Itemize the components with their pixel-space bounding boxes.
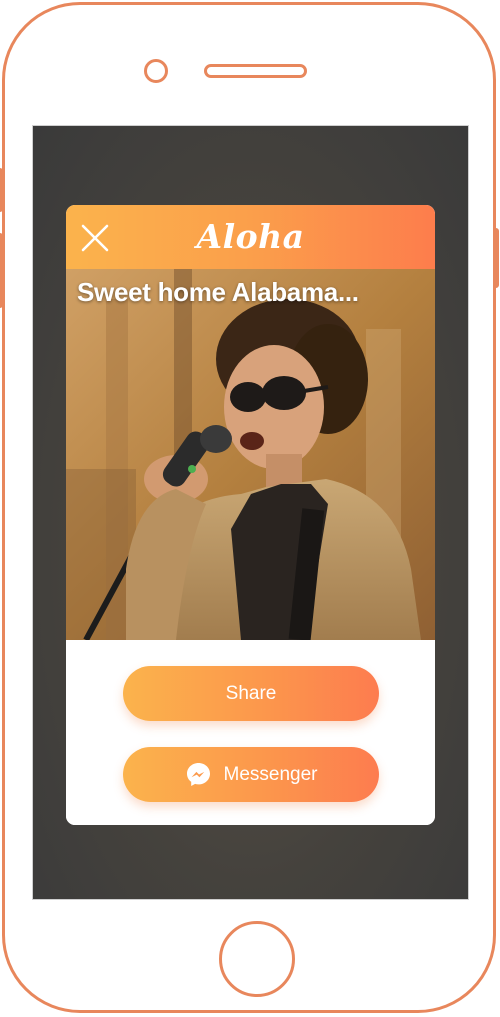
home-button[interactable] bbox=[219, 921, 295, 997]
messenger-button[interactable]: Messenger bbox=[123, 747, 379, 802]
share-button-label: Share bbox=[225, 682, 277, 704]
messenger-icon bbox=[185, 761, 212, 788]
power-button-right bbox=[493, 228, 499, 288]
volume-button-left-2 bbox=[0, 233, 3, 308]
dialog-header: Aloha bbox=[66, 205, 435, 269]
share-dialog: Aloha Sweet home Alabama... Share Messen… bbox=[66, 205, 435, 825]
messenger-button-label: Messenger bbox=[223, 763, 318, 785]
brand-logo: Aloha bbox=[196, 217, 305, 256]
app-screen: Aloha Sweet home Alabama... Share Messen… bbox=[32, 125, 469, 900]
singer-image bbox=[66, 269, 435, 640]
action-buttons: Share Messenger bbox=[66, 640, 435, 825]
earpiece-speaker bbox=[204, 64, 307, 78]
front-camera bbox=[144, 59, 168, 83]
share-button[interactable]: Share bbox=[123, 666, 379, 721]
shared-photo: Sweet home Alabama... bbox=[66, 269, 435, 640]
volume-button-left bbox=[0, 168, 3, 212]
photo-caption: Sweet home Alabama... bbox=[77, 277, 359, 307]
